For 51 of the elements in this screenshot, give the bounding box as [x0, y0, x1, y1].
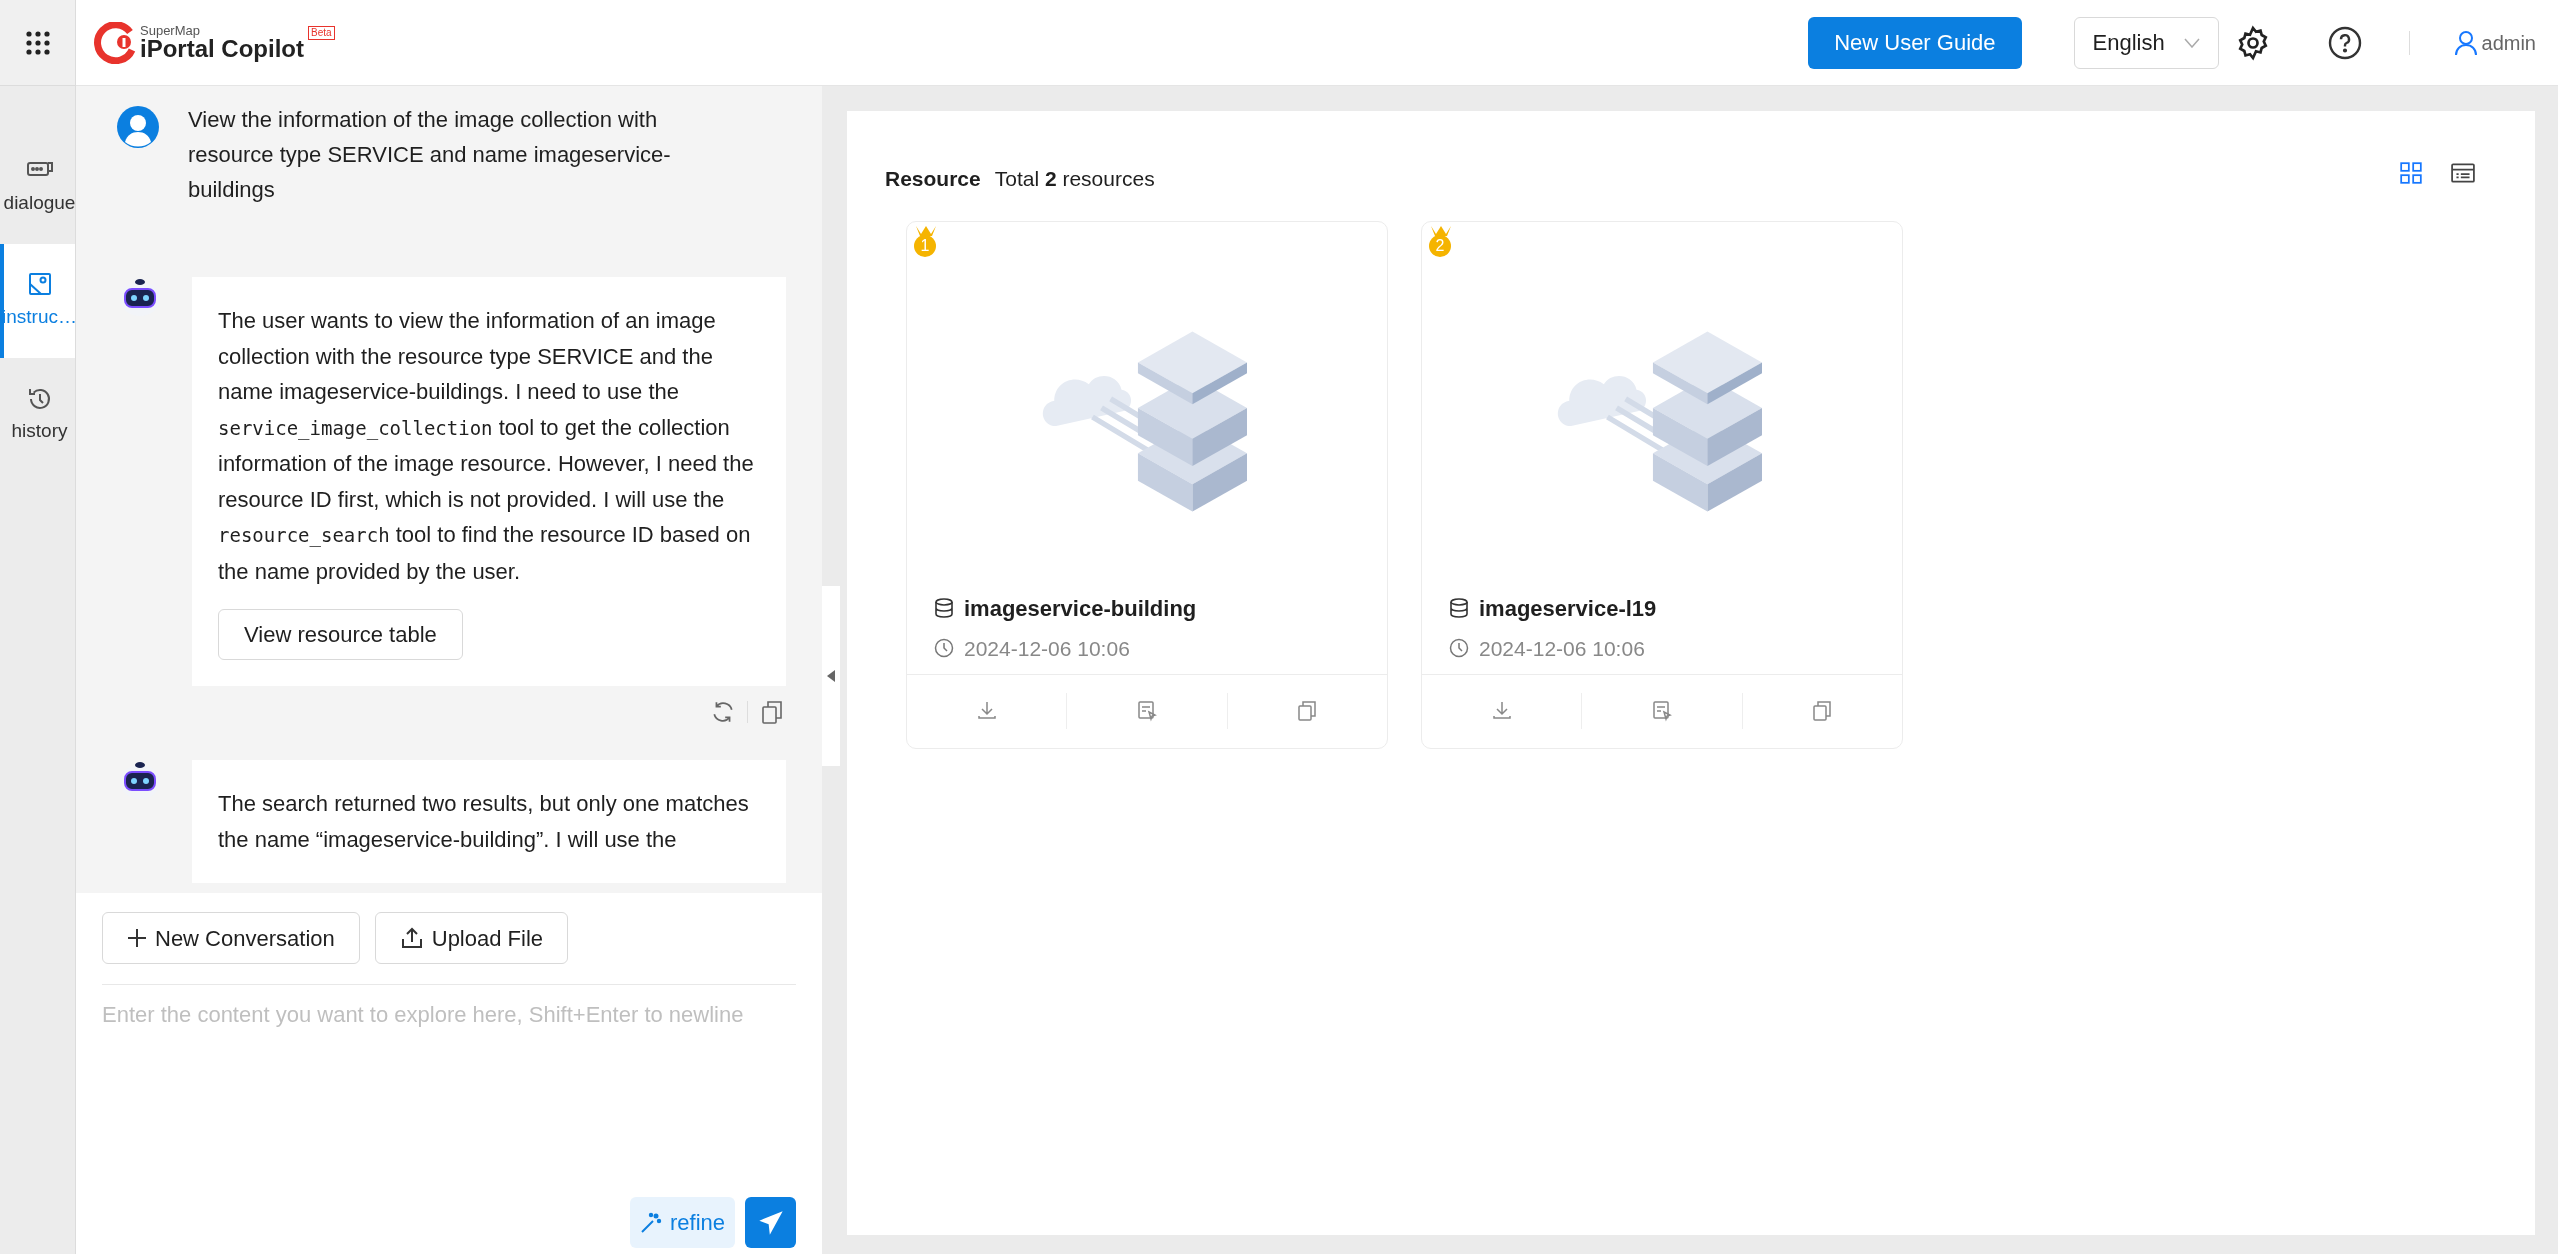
view-resource-table-button[interactable]: View resource table [218, 609, 463, 660]
refresh-icon [711, 700, 735, 724]
database-icon [1449, 598, 1469, 618]
copy-icon[interactable] [1811, 700, 1834, 722]
download-icon[interactable] [975, 700, 998, 722]
user-avatar [117, 106, 159, 148]
send-button[interactable] [745, 1197, 796, 1248]
resource-card[interactable]: 2 imageservice-l19 2024-12-06 10:06 [1421, 220, 1903, 749]
resource-date: 2024-12-06 10:06 [964, 635, 1130, 662]
magic-wand-icon [639, 1211, 662, 1234]
logo-subtitle: SuperMap [140, 24, 201, 37]
nav-tab[interactable]: history [0, 358, 75, 472]
copy-icon[interactable] [1296, 700, 1319, 722]
assistant-message: The search returned two results, but only one matches the name “imageservice-building”. I will use the [218, 790, 750, 854]
resource-name: imageservice-building [964, 594, 1197, 623]
user-name[interactable]: admin [2481, 27, 2536, 58]
document-pointer-icon[interactable] [1136, 700, 1158, 722]
resource-card[interactable]: 1 imageservice-building 2024-12-06 10:06 [906, 220, 1388, 749]
list-view-icon[interactable] [2451, 160, 2475, 185]
resource-date: 2024-12-06 10:06 [1479, 635, 1645, 662]
logo-title: iPortal Copilot [140, 37, 304, 61]
assistant-message: The user wants to view the information of an image collection with the resource type SERVICE and the name imageservice-buildings. I need to use the service_image_collection tool to get the collection information of the image resource. However, I need the resource ID first, which is not provided. I will use the resource_search tool to find the resource ID based on the name provided by the user. [218, 307, 755, 586]
apps-grid-icon[interactable] [24, 29, 51, 56]
chevron-down-icon [2183, 37, 2200, 48]
new-conversation-button[interactable]: New Conversation [102, 912, 360, 964]
ribbon-icon [914, 225, 936, 236]
collapse-handle[interactable] [822, 586, 840, 766]
clock-icon [1449, 638, 1469, 659]
beta-badge: Beta [308, 25, 335, 40]
logo-icon [94, 21, 136, 64]
new-user-guide-button[interactable]: New User Guide [1808, 16, 2022, 69]
database-icon [934, 598, 954, 618]
copy-icon [760, 700, 784, 724]
upload-icon [399, 926, 424, 950]
caret-left-icon [827, 670, 835, 682]
download-icon[interactable] [1490, 700, 1513, 722]
user-icon[interactable] [2453, 29, 2478, 56]
user-message: View the information of the image collection with resource type SERVICE and name imageservice-buildings [188, 106, 672, 204]
document-pointer-icon[interactable] [1651, 700, 1673, 722]
grid-view-icon[interactable] [2399, 160, 2423, 185]
refine-button[interactable]: refine [629, 1197, 735, 1248]
nav-tab[interactable]: dialogue [0, 130, 75, 244]
upload-file-button[interactable]: Upload File [374, 912, 569, 964]
resource-name: imageservice-l19 [1479, 594, 1657, 623]
plus-icon [127, 928, 147, 948]
language-select[interactable]: English [2073, 16, 2219, 69]
resource-title: Resource [885, 166, 981, 192]
resource-count: Total 2 resources [994, 166, 1155, 192]
clock-icon [934, 638, 954, 659]
ribbon-icon [1429, 225, 1451, 236]
help-icon[interactable] [2326, 24, 2363, 61]
